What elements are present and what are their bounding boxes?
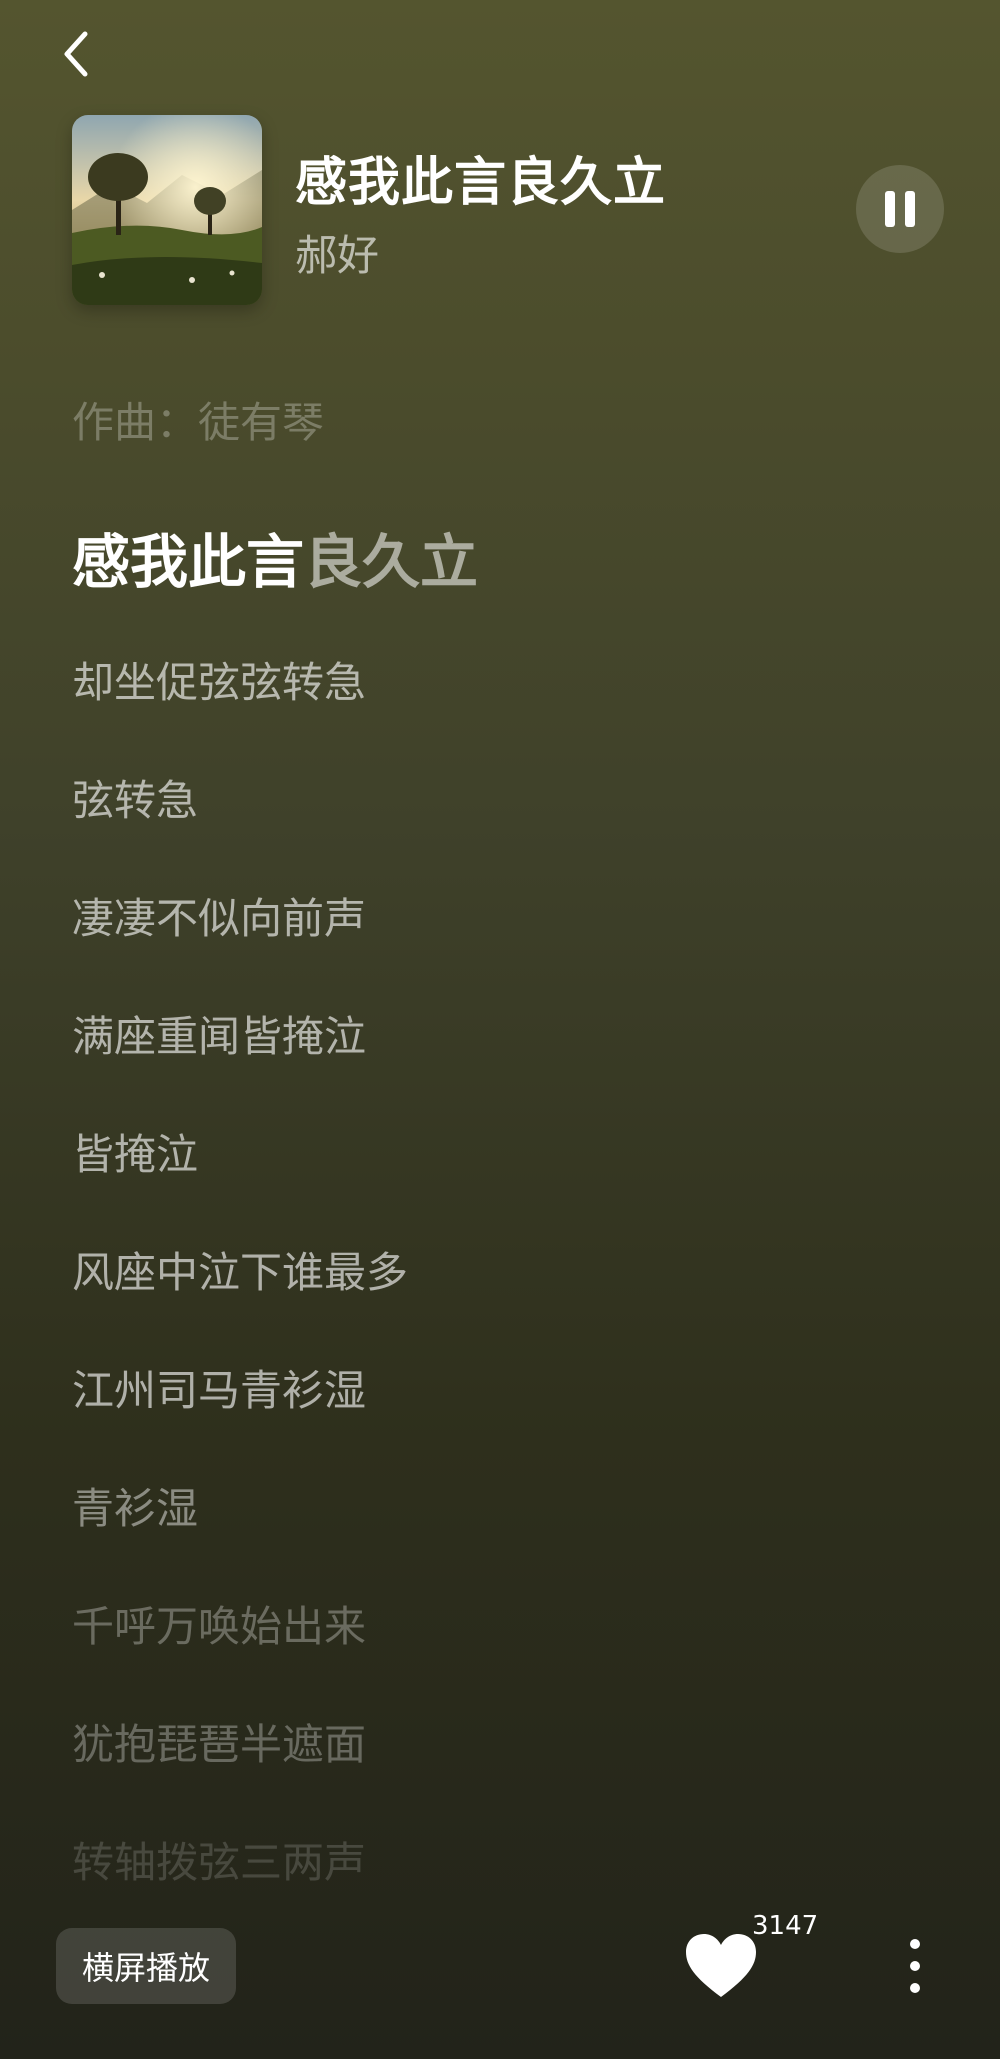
- more-options-button[interactable]: [895, 1928, 935, 2004]
- album-cover[interactable]: [72, 115, 262, 305]
- lyric-current-unsung: 良久立: [304, 528, 479, 596]
- like-button[interactable]: [680, 1925, 762, 2007]
- lyric-credit: 作曲：徒有琴: [72, 398, 325, 447]
- lyric-line[interactable]: 满座重闻皆掩泣: [72, 1004, 952, 1122]
- lyric-line[interactable]: 千呼万唤始出来: [72, 1594, 952, 1712]
- lyric-line[interactable]: 凄凄不似向前声: [72, 886, 952, 1004]
- lyric-current-line[interactable]: 感我此言良久立: [72, 522, 952, 650]
- song-artist[interactable]: 郝好: [295, 222, 379, 283]
- lyric-line[interactable]: 却坐促弦弦转急: [72, 650, 952, 768]
- heart-icon: [686, 1934, 756, 1997]
- pause-button[interactable]: [856, 165, 944, 253]
- lyric-current-sung: 感我此言: [72, 528, 305, 596]
- like-count: 3147: [752, 1911, 819, 1941]
- back-button[interactable]: [52, 28, 100, 80]
- lyric-line[interactable]: 弦转急: [72, 768, 952, 886]
- lyric-line[interactable]: 犹抱琵琶半遮面: [72, 1712, 952, 1830]
- lyrics-panel[interactable]: 作曲：徒有琴 感我此言良久立 却坐促弦弦转急 弦转急 凄凄不似向前声 满座重闻皆…: [72, 390, 952, 1948]
- lyric-line[interactable]: 风座中泣下谁最多: [72, 1240, 952, 1358]
- landscape-play-button[interactable]: 横屏播放: [56, 1928, 236, 2004]
- pause-icon: [885, 191, 915, 227]
- more-vertical-icon: [910, 1939, 920, 1993]
- lyric-line[interactable]: 皆掩泣: [72, 1122, 952, 1240]
- song-title: 感我此言良久立: [295, 153, 667, 213]
- lyric-line[interactable]: 青衫湿: [72, 1476, 952, 1594]
- lyric-line[interactable]: 江州司马青衫湿: [72, 1358, 952, 1476]
- chevron-left-icon: [64, 31, 88, 77]
